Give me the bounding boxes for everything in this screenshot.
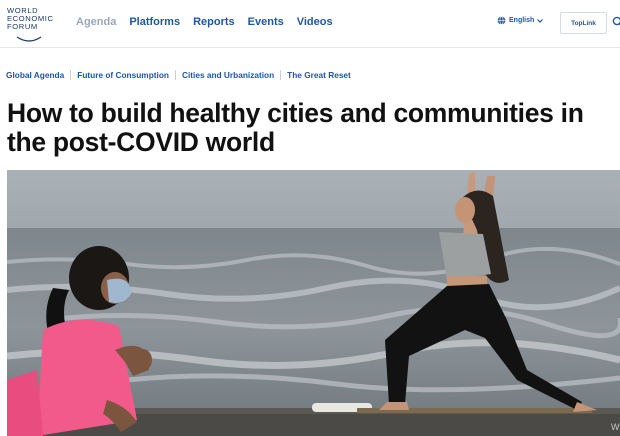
language-label: English bbox=[509, 17, 535, 24]
search-icon[interactable] bbox=[612, 16, 620, 28]
logo-line-3: FORUM bbox=[7, 22, 38, 32]
hero-image bbox=[7, 170, 620, 436]
tag-divider bbox=[174, 70, 176, 80]
nav-reports[interactable]: Reports bbox=[193, 16, 235, 28]
tag-cities-and-urbanization[interactable]: Cities and Urbanization bbox=[182, 70, 274, 80]
article-title: How to build healthy cities and communit… bbox=[7, 98, 584, 157]
main-nav: Agenda Platforms Reports Events Videos bbox=[76, 16, 346, 28]
globe-icon bbox=[497, 16, 506, 25]
nav-videos[interactable]: Videos bbox=[297, 16, 333, 28]
tag-divider bbox=[70, 70, 72, 80]
language-selector[interactable]: English bbox=[497, 16, 546, 25]
tag-the-great-reset[interactable]: The Great Reset bbox=[287, 70, 351, 80]
tag-global-agenda[interactable]: Global Agenda bbox=[6, 70, 64, 80]
topic-tags: Global Agenda Future of Consumption Citi… bbox=[6, 70, 351, 80]
nav-events[interactable]: Events bbox=[248, 16, 284, 28]
toplink-button[interactable]: TopLink bbox=[560, 12, 607, 34]
logo-arc-icon bbox=[16, 36, 42, 42]
chevron-down-icon bbox=[537, 18, 544, 23]
wef-logo[interactable]: WORLD ECONOMIC FORUM bbox=[7, 6, 63, 43]
nav-agenda[interactable]: Agenda bbox=[76, 16, 116, 28]
nav-platforms[interactable]: Platforms bbox=[129, 16, 180, 28]
image-watermark: W bbox=[611, 422, 620, 432]
site-header: WORLD ECONOMIC FORUM Agenda Platforms Re… bbox=[0, 0, 620, 48]
hero-illustration bbox=[7, 170, 620, 436]
tag-divider bbox=[280, 70, 282, 80]
tag-future-of-consumption[interactable]: Future of Consumption bbox=[77, 70, 169, 80]
